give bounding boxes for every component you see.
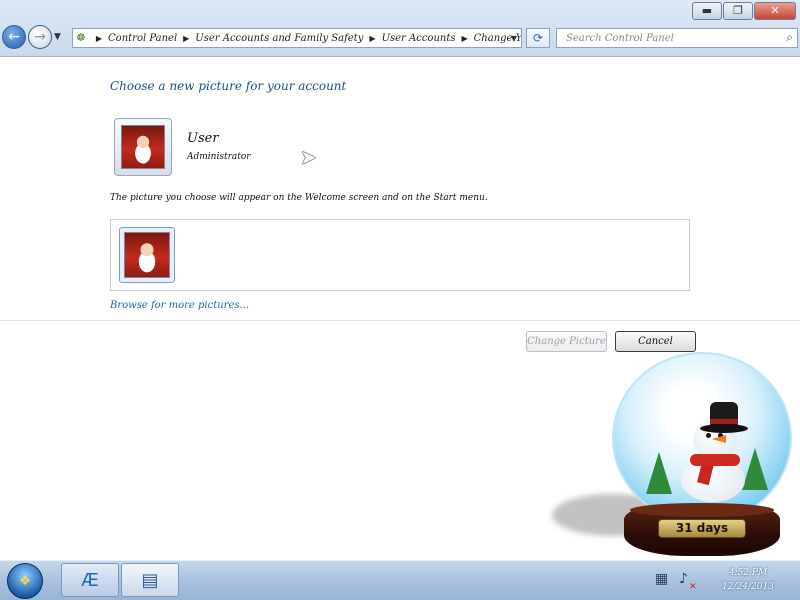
back-button[interactable]: ← (2, 25, 26, 49)
address-bar[interactable]: ☸ ▶ Control Panel ▶ User Accounts and Fa… (72, 28, 522, 48)
internet-explorer-icon: Æ (81, 569, 99, 591)
cancel-button[interactable]: Cancel (615, 331, 696, 352)
browse-pictures-link[interactable]: Browse for more pictures... (110, 300, 249, 311)
days-count: 31 (675, 521, 693, 535)
clock-date: 12/24/2013 (722, 582, 774, 592)
content-divider (0, 320, 800, 321)
breadcrumb-separator[interactable]: ▶ (461, 34, 467, 43)
refresh-button[interactable]: ⟳ (526, 28, 550, 48)
hat-brim (700, 424, 748, 433)
santa-thumbnail-image (124, 232, 170, 278)
search-box[interactable]: ⌕ (556, 28, 798, 48)
picture-gallery (110, 219, 690, 291)
snowman-hat (700, 402, 748, 436)
navigation-buttons: ← → ▼ (2, 25, 61, 49)
user-role: Administrator (187, 152, 251, 162)
tree-icon (742, 448, 768, 490)
mouse-cursor-icon: ➤ (300, 145, 317, 169)
breadcrumb-separator[interactable]: ▶ (183, 34, 189, 43)
taskbar-internet-explorer[interactable]: Æ (61, 563, 119, 597)
address-dropdown-icon[interactable]: ▼ (511, 34, 517, 43)
control-panel-window-icon: ▤ (141, 569, 159, 591)
tree-icon (646, 452, 672, 494)
search-icon[interactable]: ⌕ (786, 30, 793, 45)
recent-pages-dropdown[interactable]: ▼ (54, 32, 61, 42)
network-icon[interactable]: ▦ (655, 571, 668, 587)
taskbar-control-panel[interactable]: ▤ (121, 563, 179, 597)
picture-description: The picture you choose will appear on th… (110, 193, 488, 203)
days-countdown: 31 days (658, 519, 746, 538)
picture-option-santa[interactable] (119, 227, 175, 283)
forward-button[interactable]: → (28, 25, 52, 49)
start-button[interactable]: ❖ (7, 563, 43, 599)
breadcrumb-user-accounts-family-safety[interactable]: User Accounts and Family Safety (195, 33, 363, 44)
volume-icon[interactable]: ♪ (679, 571, 688, 587)
days-label: days (696, 521, 729, 535)
search-input[interactable] (557, 29, 777, 47)
change-picture-button[interactable]: Change Picture (526, 331, 607, 352)
system-clock[interactable]: 4:52 PM 12/24/2013 (705, 566, 791, 594)
santa-avatar-image (121, 125, 165, 169)
control-panel-icon: ☸ (76, 31, 86, 44)
breadcrumb-user-accounts[interactable]: User Accounts (382, 33, 456, 44)
minimize-button[interactable]: ▬ (692, 2, 722, 20)
snowman-scarf (690, 454, 740, 466)
globe-base-rim (630, 503, 774, 517)
user-name: User (187, 131, 219, 146)
breadcrumb-control-panel[interactable]: Control Panel (108, 33, 177, 44)
page-title: Choose a new picture for your account (110, 79, 347, 93)
maximize-button[interactable]: ❐ (723, 2, 753, 20)
current-user-picture (114, 118, 172, 176)
breadcrumb-separator[interactable]: ▶ (369, 34, 375, 43)
breadcrumb-separator[interactable]: ▶ (96, 34, 102, 43)
clock-time: 4:52 PM (728, 568, 768, 578)
mute-indicator-icon: ✕ (689, 582, 697, 592)
close-button[interactable]: ✕ (754, 2, 796, 20)
snowman-nose (712, 435, 726, 443)
window-controls: ▬ ❐ ✕ (692, 2, 796, 20)
